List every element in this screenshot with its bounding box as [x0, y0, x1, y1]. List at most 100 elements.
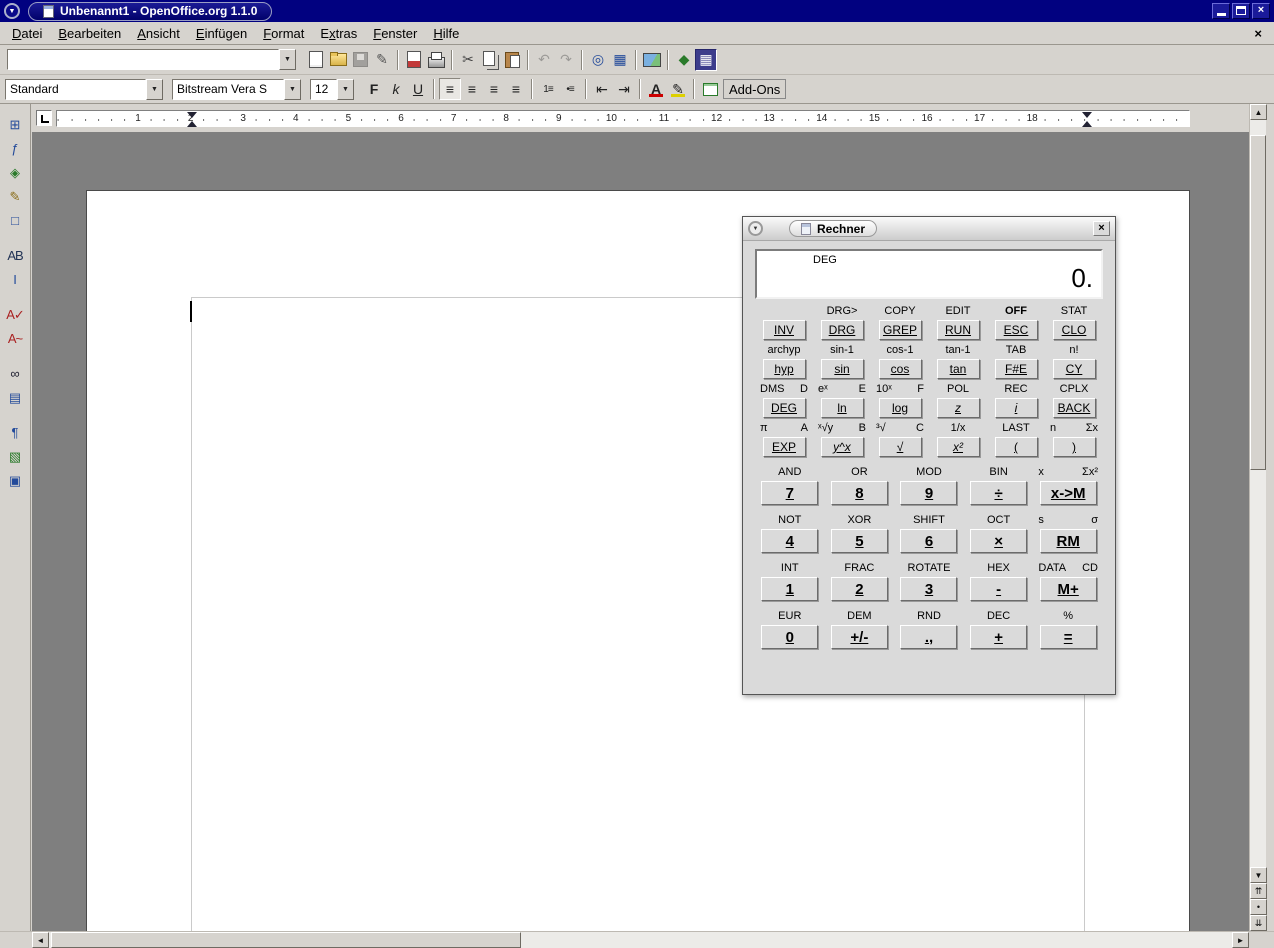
calc-key-8[interactable]: 8: [831, 481, 888, 505]
calc-key-sym[interactable]: ): [1053, 437, 1096, 457]
calc-key-3[interactable]: 3: [900, 577, 957, 601]
calc-key-drg[interactable]: DRG: [821, 320, 864, 340]
paragraph-style-input[interactable]: [5, 79, 146, 100]
scroll-right-button[interactable]: ►: [1232, 932, 1249, 948]
calc-key-sym[interactable]: ×: [970, 529, 1027, 553]
calc-key-f-e[interactable]: F#E: [995, 359, 1038, 379]
gallery-icon[interactable]: [641, 49, 663, 71]
addons-frame-icon[interactable]: [699, 78, 721, 100]
spellcheck-icon[interactable]: A✓: [3, 303, 27, 326]
calc-key-cy[interactable]: CY: [1053, 359, 1096, 379]
font-dropdown-button[interactable]: ▼: [284, 79, 301, 100]
calc-key-1[interactable]: 1: [761, 577, 818, 601]
calc-key-sym[interactable]: .,: [900, 625, 957, 649]
calc-key-5[interactable]: 5: [831, 529, 888, 553]
calc-key-m[interactable]: M+: [1040, 577, 1097, 601]
decrease-indent-icon[interactable]: ⇤: [591, 78, 613, 100]
calc-key-deg[interactable]: DEG: [763, 398, 806, 418]
calc-key-7[interactable]: 7: [761, 481, 818, 505]
menu-item-datei[interactable]: Datei: [4, 24, 50, 43]
calc-key-exp[interactable]: EXP: [763, 437, 806, 457]
nonprinting-characters-icon[interactable]: ¶: [3, 421, 27, 444]
close-document-icon[interactable]: ×: [1246, 26, 1270, 41]
horizontal-scroll-track[interactable]: [49, 932, 1232, 948]
calc-key-sym[interactable]: √: [879, 437, 922, 457]
calc-key-4[interactable]: 4: [761, 529, 818, 553]
menu-item-ansicht[interactable]: Ansicht: [129, 24, 188, 43]
addons-button[interactable]: Add-Ons: [723, 79, 786, 99]
insert-icon[interactable]: ⊞: [3, 113, 27, 136]
calc-key-grep[interactable]: GREP: [879, 320, 922, 340]
redo-icon[interactable]: ↷: [555, 49, 577, 71]
calc-key-tan[interactable]: tan: [937, 359, 980, 379]
next-page-button[interactable]: ⇊: [1250, 915, 1267, 931]
menu-item-fenster[interactable]: Fenster: [365, 24, 425, 43]
font-name-input[interactable]: [172, 79, 284, 100]
calc-key-9[interactable]: 9: [900, 481, 957, 505]
new-document-icon[interactable]: [305, 49, 327, 71]
calc-key-log[interactable]: log: [879, 398, 922, 418]
calc-key-hyp[interactable]: hyp: [763, 359, 806, 379]
calc-key-cos[interactable]: cos: [879, 359, 922, 379]
calc-key-clo[interactable]: CLO: [1053, 320, 1096, 340]
style-dropdown-button[interactable]: ▼: [146, 79, 163, 100]
insert-fields-icon[interactable]: ƒ: [3, 137, 27, 160]
calc-key-6[interactable]: 6: [900, 529, 957, 553]
draw-functions-icon[interactable]: ✎: [3, 185, 27, 208]
calc-key-sym[interactable]: -: [970, 577, 1027, 601]
calc-key-i[interactable]: i: [995, 398, 1038, 418]
vertical-scroll-thumb[interactable]: [1250, 135, 1266, 470]
font-size-input[interactable]: [310, 79, 337, 100]
paste-icon[interactable]: [501, 49, 523, 71]
calc-key-z[interactable]: z: [937, 398, 980, 418]
export-pdf-icon[interactable]: [403, 49, 425, 71]
calc-key-ln[interactable]: ln: [821, 398, 864, 418]
online-layout-icon[interactable]: ▣: [3, 469, 27, 492]
minimize-button[interactable]: [1212, 3, 1230, 19]
cut-icon[interactable]: ✂: [457, 49, 479, 71]
bullet-list-icon[interactable]: •≡: [559, 78, 581, 100]
form-functions-icon[interactable]: □: [3, 209, 27, 232]
menu-item-einf-gen[interactable]: Einfügen: [188, 24, 255, 43]
size-dropdown-button[interactable]: ▼: [337, 79, 354, 100]
bold-button[interactable]: F: [363, 78, 385, 100]
align-justify-icon[interactable]: ≡: [505, 78, 527, 100]
calc-key-run[interactable]: RUN: [937, 320, 980, 340]
align-left-icon[interactable]: ≡: [439, 78, 461, 100]
tab-stop-selector[interactable]: [36, 110, 52, 126]
indent-marker-left[interactable]: [187, 112, 198, 127]
window-menu-button[interactable]: ▼: [4, 3, 20, 19]
stylist-icon[interactable]: ▦: [609, 49, 631, 71]
previous-page-button[interactable]: ⇈: [1250, 883, 1267, 899]
autospellcheck-icon[interactable]: A~: [3, 327, 27, 350]
align-right-icon[interactable]: ≡: [483, 78, 505, 100]
calc-key-0[interactable]: 0: [761, 625, 818, 649]
url-input[interactable]: [7, 49, 279, 70]
menu-item-format[interactable]: Format: [255, 24, 312, 43]
calc-key-back[interactable]: BACK: [1053, 398, 1096, 418]
data-sources-icon[interactable]: ▤: [3, 386, 27, 409]
calculator-window-menu-button[interactable]: ▼: [748, 221, 763, 236]
font-color-icon[interactable]: A: [645, 78, 667, 100]
calc-key-sym[interactable]: +: [970, 625, 1027, 649]
graphics-icon[interactable]: ▧: [3, 445, 27, 468]
calc-key-x-m[interactable]: x->M: [1040, 481, 1097, 505]
menu-item-hilfe[interactable]: Hilfe: [425, 24, 467, 43]
calc-key-y-x[interactable]: y^x: [821, 437, 864, 457]
scroll-down-button[interactable]: ▼: [1250, 867, 1267, 883]
align-center-icon[interactable]: ≡: [461, 78, 483, 100]
calculator-icon[interactable]: ▦: [695, 49, 717, 71]
calc-key-inv[interactable]: INV: [763, 320, 806, 340]
increase-indent-icon[interactable]: ⇥: [613, 78, 635, 100]
menu-item-bearbeiten[interactable]: Bearbeiten: [50, 24, 129, 43]
navigation-button[interactable]: •: [1250, 899, 1267, 915]
calc-key-sym[interactable]: +/-: [831, 625, 888, 649]
calc-key-sym[interactable]: ÷: [970, 481, 1027, 505]
calc-key-x[interactable]: x²: [937, 437, 980, 457]
direct-cursor-icon[interactable]: I: [3, 268, 27, 291]
numbered-list-icon[interactable]: 1≡: [537, 78, 559, 100]
horizontal-scroll-thumb[interactable]: [51, 932, 521, 948]
indent-marker-right[interactable]: [1082, 112, 1093, 127]
scroll-up-button[interactable]: ▲: [1250, 104, 1267, 120]
find-replace-icon[interactable]: ∞: [3, 362, 27, 385]
